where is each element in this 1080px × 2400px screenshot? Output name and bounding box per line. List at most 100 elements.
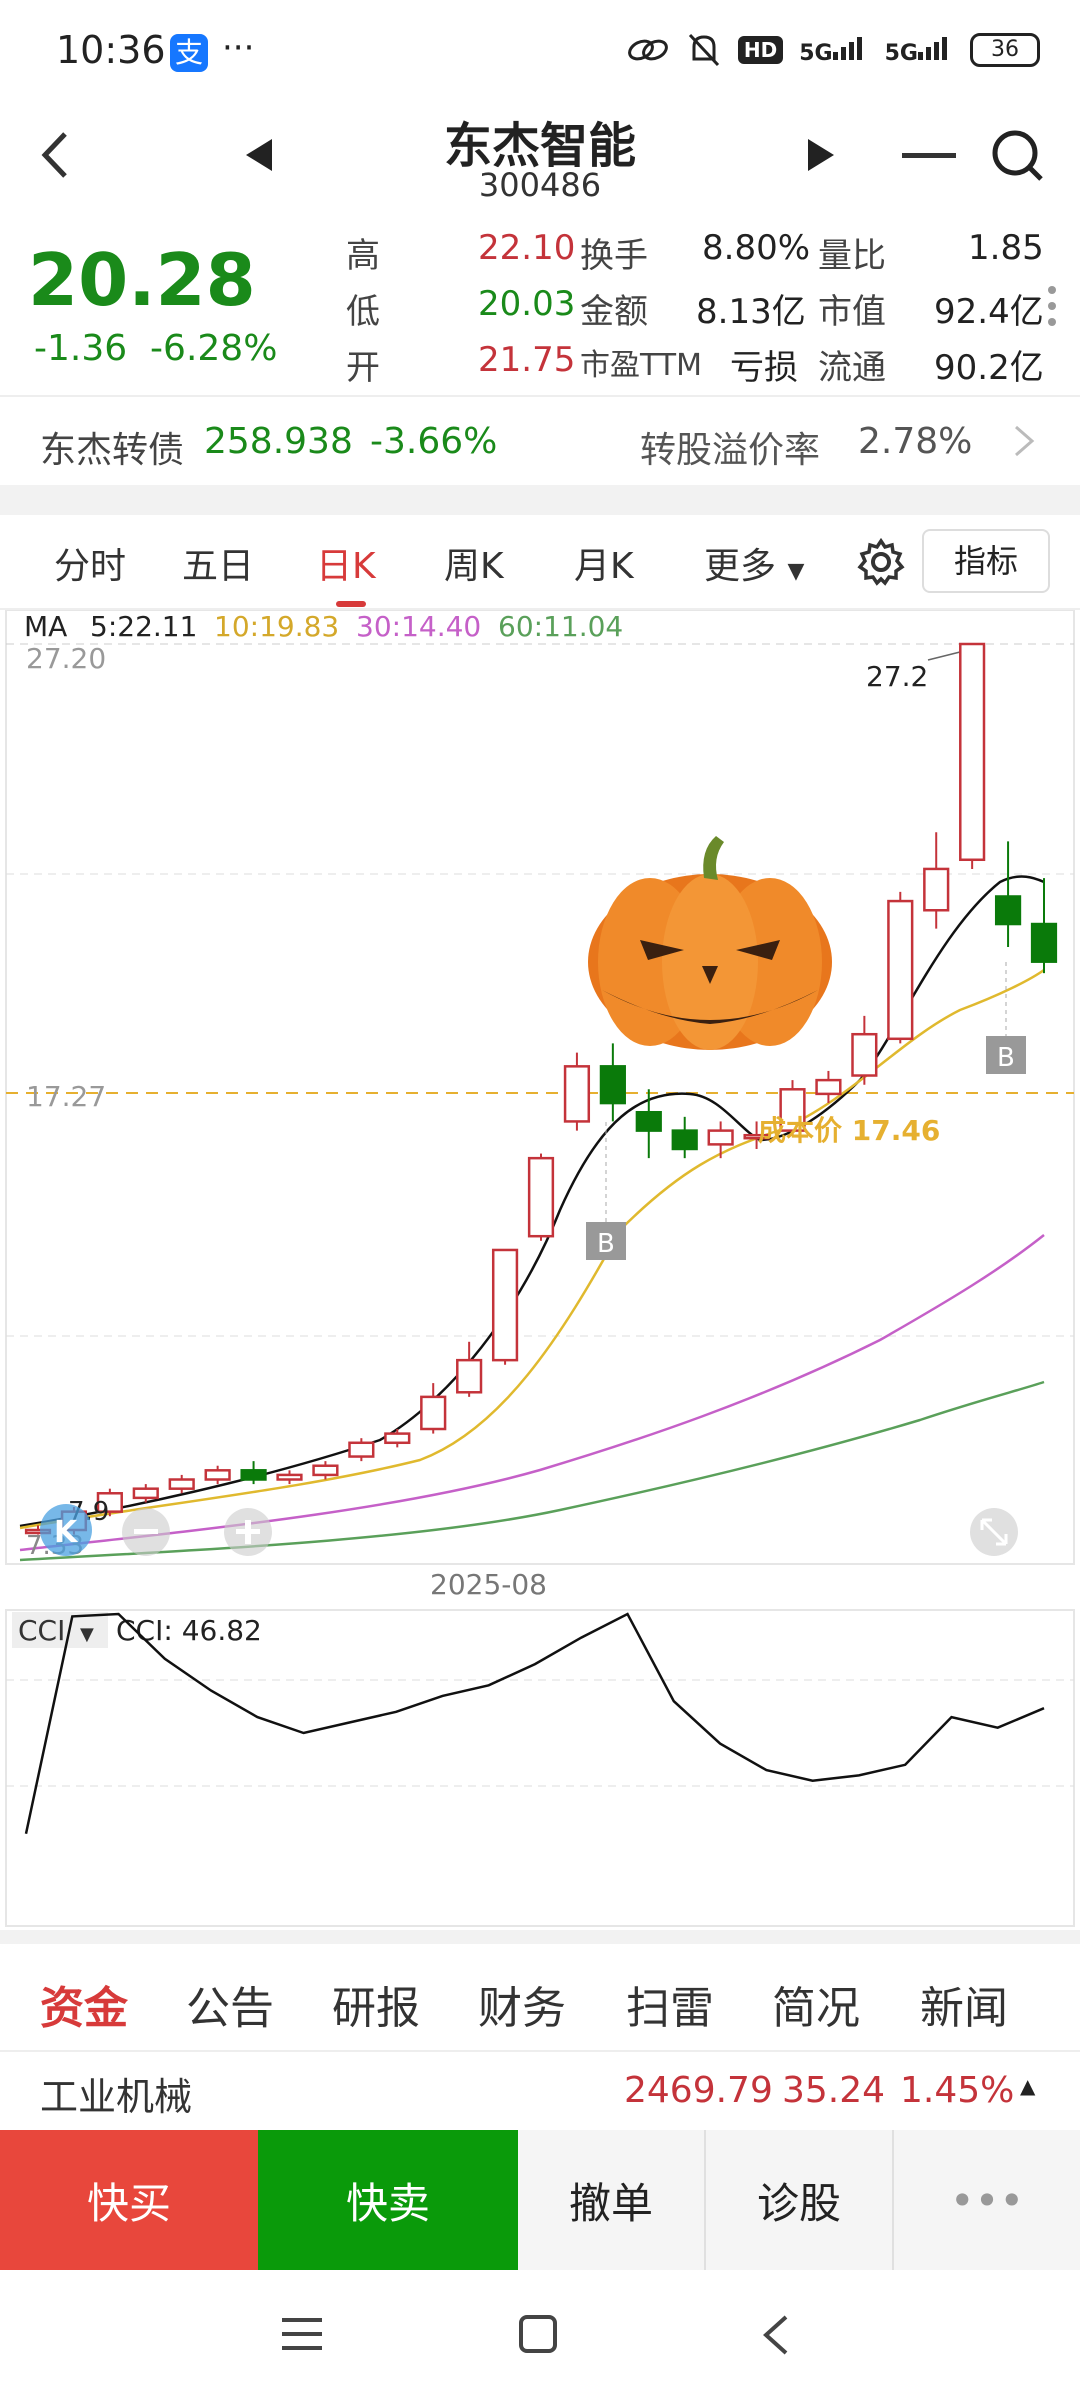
cci-frame xyxy=(5,1609,1075,1927)
candle-body[interactable] xyxy=(815,1078,842,1096)
candle-body[interactable] xyxy=(599,1065,626,1105)
industry-pct: 1.45% xyxy=(900,2070,1015,2111)
candle-body[interactable] xyxy=(1030,922,1058,963)
candle-body[interactable] xyxy=(204,1469,231,1481)
more-vertical-icon[interactable] xyxy=(1046,284,1058,328)
volume-ratio-value: 1.85 xyxy=(968,228,1044,268)
buy-marker-2-text: B xyxy=(997,1043,1015,1073)
network-label-1: 5G xyxy=(799,41,833,66)
menu-icon[interactable] xyxy=(280,2316,324,2352)
low-label: 低 xyxy=(346,292,380,332)
premium-label: 转股溢价率 xyxy=(640,430,821,471)
premium-value: 2.78% xyxy=(858,421,973,462)
candle-body[interactable] xyxy=(851,1032,878,1077)
candle-body[interactable] xyxy=(994,895,1022,926)
minimize-button[interactable] xyxy=(894,120,964,190)
diagnose-button[interactable]: 诊股 xyxy=(706,2130,894,2270)
candle-body[interactable] xyxy=(959,642,986,862)
tab-capital[interactable]: 资金 xyxy=(40,1972,128,2036)
change-percent: -6.28% xyxy=(150,328,278,369)
price-axis-top: 27.20 xyxy=(26,642,106,675)
tab-monthly-k[interactable]: 月K xyxy=(574,537,634,589)
info-tabs: 资金 公告 研报 财务 扫雷 简况 新闻 xyxy=(0,1930,1080,2050)
candle-body[interactable] xyxy=(563,1065,591,1123)
buy-marker-1-text: B xyxy=(597,1229,615,1259)
quick-sell-button[interactable]: 快卖 xyxy=(258,2130,518,2270)
k-logo-text: K xyxy=(54,1515,79,1550)
zoom-out-minus xyxy=(134,1529,158,1534)
tab-profile[interactable]: 简况 xyxy=(772,1972,860,2036)
quick-buy-button[interactable]: 快买 xyxy=(0,2130,258,2270)
ma30-legend: 30:14.40 xyxy=(356,610,481,643)
candle-body[interactable] xyxy=(707,1129,734,1146)
settings-gear-icon[interactable] xyxy=(856,537,906,587)
kline-svg[interactable]: MA 5:22.11 10:19.83 30:14.40 60:11.04 27… xyxy=(0,609,1080,1930)
candle-body[interactable] xyxy=(635,1110,662,1132)
last-price: 20.28 xyxy=(28,238,256,322)
system-nav-bar xyxy=(0,2270,1080,2400)
candle-body[interactable] xyxy=(312,1464,339,1477)
more-actions-button[interactable]: ••• xyxy=(894,2130,1080,2270)
back-nav-icon[interactable] xyxy=(760,2314,790,2356)
stock-header: 东杰智能 300486 xyxy=(0,100,1080,220)
industry-change: 35.24 xyxy=(782,2070,886,2111)
high-value: 22.10 xyxy=(478,228,576,268)
status-time: 10:36 xyxy=(56,28,166,72)
indicator-button[interactable]: 指标 xyxy=(922,529,1050,593)
candle-body[interactable] xyxy=(527,1156,555,1238)
search-icon xyxy=(992,130,1043,181)
open-label: 开 xyxy=(346,348,380,388)
candle-body[interactable] xyxy=(276,1473,303,1481)
candle-body[interactable] xyxy=(420,1395,447,1431)
status-bar: 10:36 支 ··· HD 5G 5G 36 xyxy=(0,0,1080,100)
tab-news[interactable]: 新闻 xyxy=(920,1972,1008,2036)
expand-up-icon: ▲ xyxy=(1020,2074,1036,2098)
tab-research[interactable]: 研报 xyxy=(332,1972,420,2036)
candle-body[interactable] xyxy=(887,899,914,1041)
peak-pointer xyxy=(927,651,961,661)
open-value: 21.75 xyxy=(478,340,576,380)
cancel-order-button[interactable]: 撤单 xyxy=(518,2130,706,2270)
candle-body[interactable] xyxy=(132,1487,159,1500)
ma10-line xyxy=(19,968,1045,1530)
tab-intraday[interactable]: 分时 xyxy=(54,537,126,589)
active-tab-indicator xyxy=(336,601,366,607)
tab-five-day[interactable]: 五日 xyxy=(182,537,254,589)
quote-panel: 20.28 -1.36 -6.28% 高 22.10 换手 8.80% 量比 1… xyxy=(0,220,1080,395)
tab-more[interactable]: 更多 ▼ xyxy=(704,537,804,589)
candle-group xyxy=(24,642,1058,1535)
convertible-bond-row[interactable]: 东杰转债 258.938 -3.66% 转股溢价率 2.78% xyxy=(0,395,1080,485)
tab-finance[interactable]: 财务 xyxy=(478,1972,566,2036)
candle-body[interactable] xyxy=(456,1358,483,1394)
signal-bars-icon-2 xyxy=(918,37,947,60)
tab-risk-scan[interactable]: 扫雷 xyxy=(626,1972,714,2036)
market-cap-value: 92.4亿 xyxy=(934,292,1044,332)
minus-icon xyxy=(902,153,956,158)
price-change: -1.36 -6.28% xyxy=(34,328,277,369)
candle-body[interactable] xyxy=(384,1432,411,1445)
industry-row[interactable]: 工业机械 2469.79 35.24 1.45% ▲ xyxy=(0,2050,1080,2130)
signal-bars-icon xyxy=(832,37,862,60)
search-button[interactable] xyxy=(982,120,1052,190)
home-icon[interactable] xyxy=(518,2314,558,2354)
tab-daily-k[interactable]: 日K xyxy=(316,537,376,589)
change-amount: -1.36 xyxy=(34,328,128,369)
bond-change: -3.66% xyxy=(370,421,498,462)
kline-chart[interactable]: MA 5:22.11 10:19.83 30:14.40 60:11.04 27… xyxy=(0,609,1080,1930)
battery-icon: 36 xyxy=(970,33,1040,67)
peak-label: 27.2 xyxy=(866,660,928,693)
tab-weekly-k[interactable]: 周K xyxy=(444,537,504,589)
pe-value: 亏损 xyxy=(730,348,798,388)
zoom-in-v xyxy=(245,1520,251,1544)
candle-body[interactable] xyxy=(240,1469,267,1481)
signal-5g-icon-2: 5G xyxy=(885,34,954,66)
ma-legend-label: MA xyxy=(24,610,67,643)
candle-body[interactable] xyxy=(348,1441,375,1458)
candle-body[interactable] xyxy=(491,1248,519,1362)
candle-body[interactable] xyxy=(923,867,950,912)
next-stock-button[interactable] xyxy=(786,120,856,190)
triangle-right-icon xyxy=(808,139,834,171)
candle-body[interactable] xyxy=(671,1129,698,1151)
tab-announcement[interactable]: 公告 xyxy=(186,1972,274,2036)
candle-body[interactable] xyxy=(168,1478,195,1490)
